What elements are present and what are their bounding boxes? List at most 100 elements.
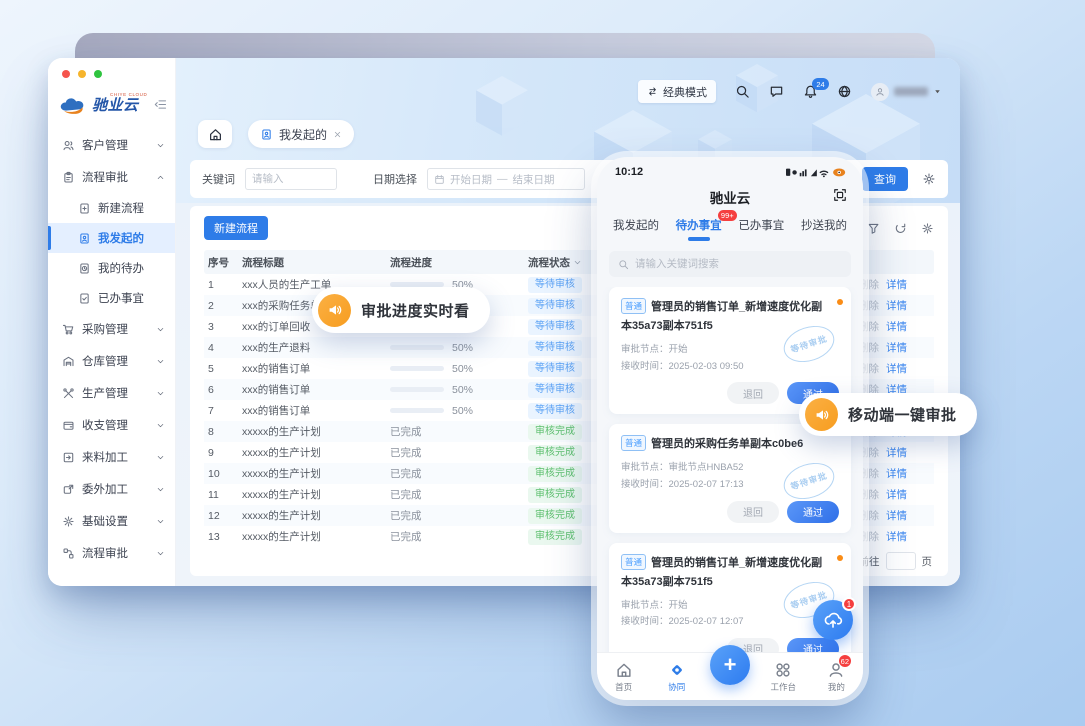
sidebar-subitem-我的待办[interactable]: 我的待办: [48, 253, 175, 283]
sidebar-item-生产管理[interactable]: 生产管理: [48, 377, 175, 409]
warehouse-icon: [62, 355, 75, 368]
row-title: xxx的销售订单: [242, 403, 390, 418]
sidebar-item-流程审批[interactable]: 流程审批: [48, 537, 175, 569]
user-menu[interactable]: [871, 83, 942, 101]
phone-tab-待办事宜[interactable]: 待办事宜99+: [676, 217, 722, 241]
doc-user-icon: [78, 232, 91, 245]
progress-percent: 50%: [452, 384, 473, 396]
phone-time: 10:12: [615, 166, 643, 178]
header-title: 流程标题: [242, 255, 390, 270]
minimize-window-button[interactable]: [78, 70, 86, 78]
status-badge: 等待审核: [528, 361, 582, 377]
nav-item-工作台[interactable]: 工作台: [757, 653, 810, 700]
table-settings-icon[interactable]: [921, 222, 934, 235]
detail-link[interactable]: 详情: [886, 445, 907, 460]
sidebar-item-收支管理[interactable]: 收支管理: [48, 409, 175, 441]
keyword-input[interactable]: [245, 168, 337, 190]
chevron-down-icon: [156, 549, 165, 558]
detail-link[interactable]: 详情: [886, 319, 907, 334]
detail-link[interactable]: 详情: [886, 529, 907, 544]
filter-funnel-icon[interactable]: [867, 222, 880, 235]
reject-button[interactable]: 退回: [727, 382, 779, 404]
phone-tab-已办事宜[interactable]: 已办事宜: [738, 217, 784, 241]
globe-icon[interactable]: [837, 84, 852, 99]
status-icons: [783, 166, 849, 178]
filter-settings-icon[interactable]: [922, 172, 936, 186]
notification-badge: 24: [812, 78, 829, 90]
sidebar-item-客户管理[interactable]: 客户管理: [48, 129, 175, 161]
row-title: xxx的销售订单: [242, 361, 390, 376]
sidebar-item-基础设置[interactable]: 基础设置: [48, 505, 175, 537]
sidebar-item-委外加工[interactable]: 委外加工: [48, 473, 175, 505]
nav-item-我的[interactable]: 我的 62: [810, 653, 863, 700]
status-badge: 审核完成: [528, 466, 582, 482]
date-range-input[interactable]: 开始日期 — 结束日期: [427, 168, 585, 190]
sidebar-item-仓库管理[interactable]: 仓库管理: [48, 345, 175, 377]
sidebar-subitem-label: 已办事宜: [98, 290, 144, 306]
sidebar-item-label: 流程审批: [82, 545, 149, 561]
clipboard-icon: [62, 171, 75, 184]
maximize-window-button[interactable]: [94, 70, 102, 78]
new-process-button[interactable]: 新建流程: [204, 216, 268, 240]
sidebar-item-label: 委外加工: [82, 481, 149, 497]
sidebar-collapse-icon[interactable]: [154, 98, 167, 111]
sidebar-subitem-我发起的[interactable]: 我发起的: [48, 223, 175, 253]
card-buttons: 退回通过: [621, 501, 839, 523]
scan-icon[interactable]: [833, 188, 847, 202]
approve-button[interactable]: 通过: [787, 638, 839, 652]
status-badge: 等待审核: [528, 277, 582, 293]
home-tab-button[interactable]: [198, 120, 232, 148]
tab-close-icon[interactable]: [333, 130, 342, 139]
doc-done-icon: [78, 292, 91, 305]
phone-tabs: 我发起的待办事宜99+ 已办事宜抄送我的: [613, 217, 847, 241]
detail-link[interactable]: 详情: [886, 361, 907, 376]
close-window-button[interactable]: [62, 70, 70, 78]
status-badge: 审核完成: [528, 445, 582, 461]
sidebar-subitem-新建流程[interactable]: 新建流程: [48, 193, 175, 223]
refresh-icon[interactable]: [894, 222, 907, 235]
sidebar-menu: 客户管理流程审批新建流程我发起的我的待办已办事宜采购管理仓库管理生产管理收支管理…: [48, 125, 175, 569]
progress-bar: [390, 408, 444, 413]
notification-bell[interactable]: 24: [803, 84, 818, 99]
query-button[interactable]: 查询: [862, 167, 908, 191]
phone-search-input[interactable]: [635, 258, 842, 270]
phone-search-bar[interactable]: [609, 251, 851, 277]
add-button[interactable]: +: [710, 645, 750, 685]
nav-item-协同[interactable]: 协同: [650, 653, 703, 700]
phone-tab-抄送我的[interactable]: 抄送我的: [801, 217, 847, 241]
detail-link[interactable]: 详情: [886, 466, 907, 481]
sidebar-item-采购管理[interactable]: 采购管理: [48, 313, 175, 345]
progress-completed-text: 已完成: [390, 445, 422, 460]
sidebar-item-来料加工[interactable]: 来料加工: [48, 441, 175, 473]
sidebar-item-流程审批[interactable]: 流程审批: [48, 161, 175, 193]
progress-percent: 50%: [452, 342, 473, 354]
sidebar-subitem-已办事宜[interactable]: 已办事宜: [48, 283, 175, 313]
settings-icon: [62, 515, 75, 528]
search-icon[interactable]: [735, 84, 750, 99]
detail-link[interactable]: 详情: [886, 508, 907, 523]
nav-badge: 62: [839, 655, 851, 667]
phone-tab-我发起的[interactable]: 我发起的: [613, 217, 659, 241]
progress-bar: [390, 366, 444, 371]
detail-link[interactable]: 详情: [886, 277, 907, 292]
row-progress: 50%: [390, 363, 528, 375]
logo-subtext: CHIYE CLOUD: [110, 92, 147, 97]
detail-link[interactable]: 详情: [886, 298, 907, 313]
nav-label: 我的: [828, 681, 845, 693]
progress-completed-text: 已完成: [390, 487, 422, 502]
message-icon[interactable]: [769, 84, 784, 99]
row-title: xxxxx的生产计划: [242, 424, 390, 439]
cloud-sync-fab[interactable]: 1: [813, 600, 853, 640]
detail-link[interactable]: 详情: [886, 340, 907, 355]
tab-my-initiated[interactable]: 我发起的: [248, 120, 354, 148]
card-title-row: 普通管理员的采购任务单副本c0be6: [621, 434, 839, 453]
nav-item-首页[interactable]: 首页: [597, 653, 650, 700]
classic-mode-button[interactable]: 经典模式: [638, 80, 716, 103]
user-name-redacted: [894, 87, 928, 96]
detail-link[interactable]: 详情: [886, 487, 907, 502]
chevron-down-icon: [156, 357, 165, 366]
priority-badge: 普通: [621, 554, 646, 570]
approve-button[interactable]: 通过: [787, 501, 839, 523]
goto-page-input[interactable]: [886, 552, 916, 570]
reject-button[interactable]: 退回: [727, 501, 779, 523]
